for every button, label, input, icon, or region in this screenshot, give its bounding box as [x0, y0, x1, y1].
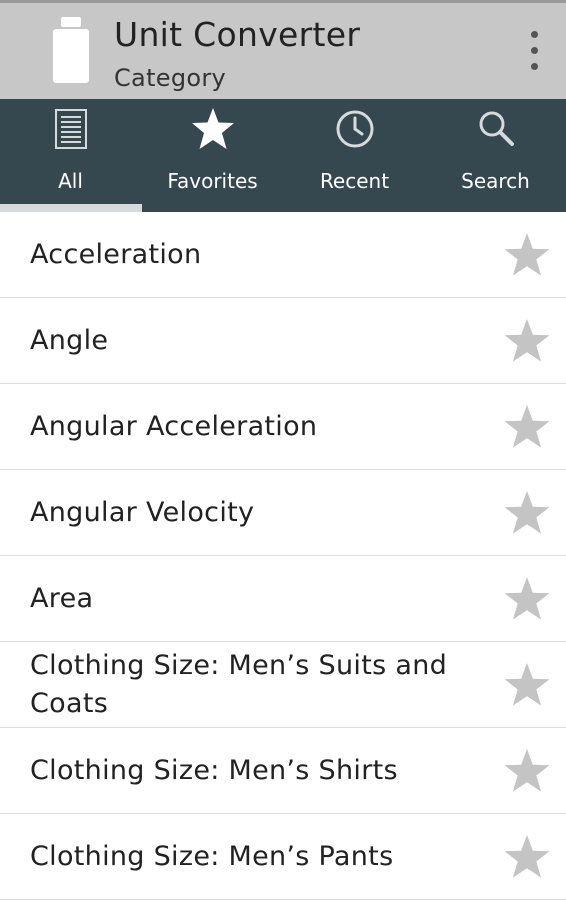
tab-recent[interactable]: Recent — [284, 99, 425, 212]
tab-search[interactable]: Search — [425, 99, 566, 212]
tab-search-label: Search — [461, 169, 530, 193]
category-item-angular-acceleration[interactable]: Angular Acceleration — [0, 384, 566, 470]
category-label: Clothing Size: Men’s Suits and Coats — [30, 649, 448, 719]
app-subtitle: Category — [114, 64, 227, 92]
category-item-angular-velocity[interactable]: Angular Velocity — [0, 470, 566, 556]
category-label: Angular Acceleration — [30, 410, 318, 442]
jar-icon[interactable] — [53, 17, 89, 83]
tab-favorites-label: Favorites — [167, 169, 258, 193]
tab-recent-label: Recent — [319, 169, 390, 193]
category-item-clothing-suits-coats[interactable]: Clothing Size: Men’s Suits and Coats — [0, 642, 566, 728]
category-label: Angular Velocity — [30, 496, 255, 528]
list-icon — [54, 109, 87, 149]
search-icon — [479, 111, 514, 146]
favorite-star-icon[interactable] — [503, 490, 551, 536]
category-label: Area — [30, 582, 94, 614]
category-item-area[interactable]: Area — [0, 556, 566, 642]
favorite-star-icon[interactable] — [503, 662, 551, 708]
favorite-star-icon[interactable] — [503, 748, 551, 794]
clock-icon — [336, 110, 373, 148]
favorite-star-icon[interactable] — [503, 576, 551, 622]
category-item-acceleration[interactable]: Acceleration — [0, 212, 566, 298]
category-label: Acceleration — [30, 238, 202, 270]
tab-favorites[interactable]: Favorites — [142, 99, 283, 212]
favorite-star-icon[interactable] — [503, 404, 551, 450]
category-list: Acceleration Angle Angular Acceleration … — [0, 212, 566, 900]
app-screen: Unit Converter Category All Favorites Re… — [0, 0, 566, 900]
app-title: Unit Converter — [114, 15, 361, 54]
favorite-star-icon[interactable] — [503, 232, 551, 278]
selected-tab-indicator — [0, 204, 142, 212]
category-item-angle[interactable]: Angle — [0, 298, 566, 384]
category-label: Angle — [30, 324, 109, 356]
favorite-star-icon[interactable] — [503, 834, 551, 880]
action-bar: Unit Converter Category — [0, 0, 566, 99]
overflow-menu-icon[interactable] — [520, 29, 550, 73]
category-item-clothing-pants[interactable]: Clothing Size: Men’s Pants — [0, 814, 566, 900]
category-item-clothing-shirts[interactable]: Clothing Size: Men’s Shirts — [0, 728, 566, 814]
tab-all[interactable]: All — [0, 99, 142, 212]
category-label: Clothing Size: Men’s Pants — [30, 840, 394, 872]
tab-all-label: All — [58, 169, 83, 193]
tab-bar: All Favorites Recent Search — [0, 99, 566, 212]
category-label: Clothing Size: Men’s Shirts — [30, 754, 398, 786]
favorite-star-icon[interactable] — [503, 318, 551, 364]
star-icon — [191, 108, 234, 149]
